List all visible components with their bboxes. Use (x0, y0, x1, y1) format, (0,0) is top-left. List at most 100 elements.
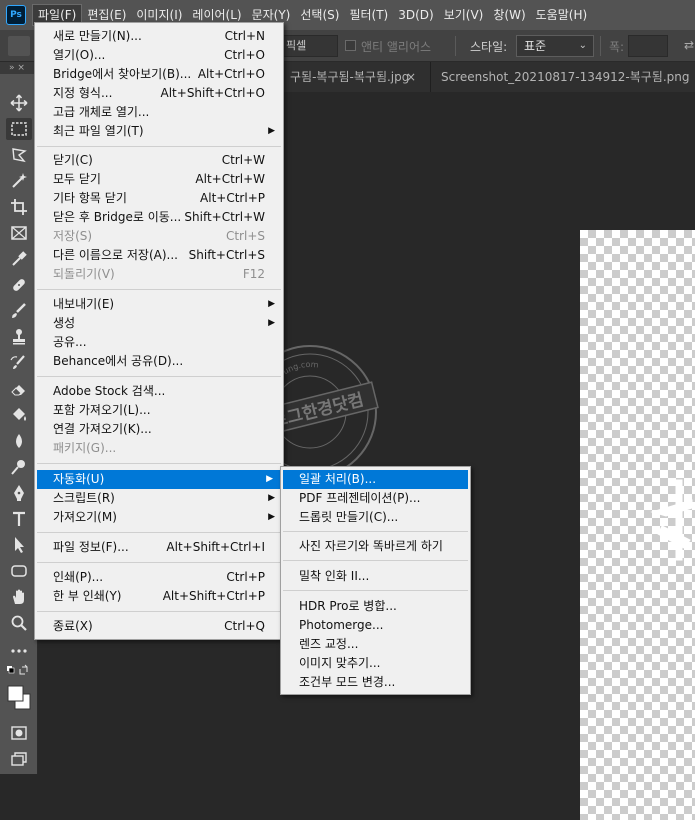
menu-separator (37, 376, 281, 377)
menu-item-open-recent[interactable]: 최근 파일 열기(T) ▶ (35, 122, 283, 141)
menu-help[interactable]: 도움말(H) (531, 4, 593, 26)
frame-tool-icon[interactable] (6, 222, 32, 244)
document-tab[interactable]: 구됨-복구됨-복구됨.jpg (286, 62, 440, 92)
menu-item-generate[interactable]: 생성 ▶ (35, 314, 283, 333)
menu-item-close-and-go-to-bridge[interactable]: 닫은 후 Bridge로 이동... Shift+Ctrl+W (35, 208, 283, 227)
menu-window[interactable]: 창(W) (488, 4, 530, 26)
menu-item-open-as[interactable]: 지정 형식... Alt+Shift+Ctrl+O (35, 84, 283, 103)
menu-item-automate[interactable]: 자동화(U) ▶ (37, 470, 281, 489)
menu-item-batch[interactable]: 일괄 처리(B)... (283, 470, 468, 489)
menu-item-print[interactable]: 인쇄(P)... Ctrl+P (35, 568, 283, 587)
more-tools-icon[interactable] (6, 640, 32, 662)
screen-mode-icon[interactable] (6, 748, 32, 770)
toolbar-collapse-handle[interactable]: » × (0, 62, 38, 74)
style-select[interactable]: 표준 ⌄ (516, 35, 594, 57)
options-divider (455, 36, 456, 56)
menu-item-new[interactable]: 새로 만들기(N)... Ctrl+N (35, 27, 283, 46)
menu-item-search-adobe-stock[interactable]: Adobe Stock 검색... (35, 382, 283, 401)
rectangle-tool-icon[interactable] (6, 560, 32, 582)
menu-item-share[interactable]: 공유... (35, 333, 283, 352)
menu-select[interactable]: 선택(S) (295, 4, 344, 26)
tools-panel (0, 74, 38, 774)
menu-item-fit-image[interactable]: 이미지 맞추기... (281, 654, 470, 673)
menu-item-place-linked[interactable]: 연결 가져오기(K)... (35, 420, 283, 439)
menu-item-revert[interactable]: 되돌리기(V) F12 (35, 265, 283, 284)
width-field[interactable] (628, 35, 668, 57)
clone-stamp-tool-icon[interactable] (6, 326, 32, 348)
menu-item-save-as[interactable]: 다른 이름으로 저장(A)... Shift+Ctrl+S (35, 246, 283, 265)
document-tab[interactable]: Screenshot_20210817-134912-복구됨.png (430, 62, 695, 92)
color-swatches-icon[interactable] (6, 680, 32, 716)
pen-tool-icon[interactable] (6, 482, 32, 504)
menu-separator (37, 532, 281, 533)
menu-item-crop-and-straighten[interactable]: 사진 자르기와 똑바르게 하기 (281, 537, 470, 556)
menu-item-create-droplet[interactable]: 드롭릿 만들기(C)... (281, 508, 470, 527)
submenu-arrow-icon: ▶ (268, 318, 275, 328)
submenu-arrow-icon: ▶ (266, 474, 273, 484)
file-menu-dropdown: 새로 만들기(N)... Ctrl+N 열기(O)... Ctrl+O Bridge… (34, 22, 284, 640)
menu-item-share-on-behance[interactable]: Behance에서 공유(D)... (35, 352, 283, 371)
hand-tool-icon[interactable] (6, 586, 32, 608)
menu-item-browse-in-bridge[interactable]: Bridge에서 찾아보기(B)... Alt+Ctrl+O (35, 65, 283, 84)
menu-item-import[interactable]: 가져오기(M) ▶ (35, 508, 283, 527)
menu-item-exit[interactable]: 종료(X) Ctrl+Q (35, 617, 283, 636)
default-colors-icon[interactable] (6, 664, 32, 678)
menu-3d[interactable]: 3D(D) (393, 4, 438, 26)
menu-item-print-one-copy[interactable]: 한 부 인쇄(Y) Alt+Shift+Ctrl+P (35, 587, 283, 606)
menu-item-file-info[interactable]: 파일 정보(F)... Alt+Shift+Ctrl+I (35, 538, 283, 557)
eyedropper-tool-icon[interactable] (6, 248, 32, 270)
menu-item-conditional-mode-change[interactable]: 조건부 모드 변경... (281, 673, 470, 692)
menu-item-close-others[interactable]: 기타 항목 닫기 Alt+Ctrl+P (35, 189, 283, 208)
blur-tool-icon[interactable] (6, 430, 32, 452)
menu-item-package[interactable]: 패키지(G)... (35, 439, 283, 458)
style-label: 스타일: (470, 40, 508, 54)
history-brush-tool-icon[interactable] (6, 352, 32, 374)
anti-alias-label: 앤티 앨리어스 (361, 40, 432, 54)
menu-separator (37, 562, 281, 563)
menu-item-open[interactable]: 열기(O)... Ctrl+O (35, 46, 283, 65)
home-button[interactable] (8, 36, 30, 56)
width-label: 폭: (609, 40, 625, 54)
healing-brush-tool-icon[interactable] (6, 274, 32, 296)
quick-mask-icon[interactable] (6, 722, 32, 744)
move-tool-icon[interactable] (6, 92, 32, 114)
menu-item-open-as-smart-object[interactable]: 고급 개체로 열기... (35, 103, 283, 122)
menu-separator (37, 463, 281, 464)
menu-separator (37, 289, 281, 290)
transparent-canvas[interactable] (580, 230, 695, 820)
menu-separator (37, 146, 281, 147)
menu-item-lens-correction[interactable]: 렌즈 교정... (281, 635, 470, 654)
type-tool-icon[interactable] (6, 508, 32, 530)
menu-item-pdf-presentation[interactable]: PDF 프레젠테이션(P)... (281, 489, 470, 508)
menu-separator (37, 611, 281, 612)
menu-separator (283, 560, 468, 561)
menu-item-save[interactable]: 저장(S) Ctrl+S (35, 227, 283, 246)
paint-bucket-tool-icon[interactable] (6, 404, 32, 426)
menu-item-contact-sheet[interactable]: 밀착 인화 II... (281, 567, 470, 586)
photoshop-logo-icon: Ps (6, 5, 26, 25)
menu-item-close[interactable]: 닫기(C) Ctrl+W (35, 151, 283, 170)
dodge-tool-icon[interactable] (6, 456, 32, 478)
menu-item-photomerge[interactable]: Photomerge... (281, 616, 470, 635)
crop-tool-icon[interactable] (6, 196, 32, 218)
menu-item-scripts[interactable]: 스크립트(R) ▶ (35, 489, 283, 508)
path-selection-tool-icon[interactable] (6, 534, 32, 556)
rectangular-marquee-tool-icon[interactable] (6, 118, 32, 140)
lasso-tool-icon[interactable] (6, 144, 32, 166)
swap-icon[interactable]: ⇄ (684, 38, 694, 52)
anti-alias-checkbox[interactable] (345, 40, 356, 51)
eraser-tool-icon[interactable] (6, 378, 32, 400)
submenu-arrow-icon: ▶ (268, 299, 275, 309)
magic-wand-tool-icon[interactable] (6, 170, 32, 192)
menu-filter[interactable]: 필터(T) (344, 4, 393, 26)
feather-field[interactable]: 픽셀 (282, 35, 338, 57)
canvas-artwork (650, 479, 693, 561)
menu-item-place-embedded[interactable]: 포함 가져오기(L)... (35, 401, 283, 420)
close-icon[interactable]: × (406, 62, 416, 92)
zoom-tool-icon[interactable] (6, 612, 32, 634)
menu-item-close-all[interactable]: 모두 닫기 Alt+Ctrl+W (35, 170, 283, 189)
menu-item-merge-to-hdr-pro[interactable]: HDR Pro로 병합... (281, 597, 470, 616)
menu-item-export[interactable]: 내보내기(E) ▶ (35, 295, 283, 314)
menu-view[interactable]: 보기(V) (439, 4, 489, 26)
brush-tool-icon[interactable] (6, 300, 32, 322)
